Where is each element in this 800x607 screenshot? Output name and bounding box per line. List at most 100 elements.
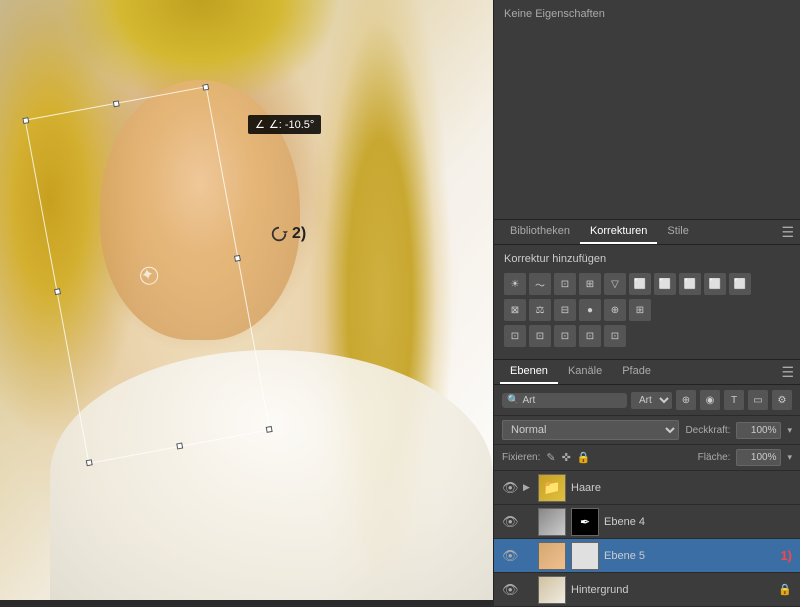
handle-mid-top[interactable] [112, 100, 119, 107]
handle-top-right[interactable] [202, 84, 209, 91]
layer-visibility-haare[interactable]: 👁 [502, 480, 518, 496]
layer-mask-btn[interactable]: ◉ [700, 390, 720, 410]
corr-vibrance[interactable]: ⬜ [654, 273, 676, 295]
layer-visibility-ebene5[interactable]: 👁 [502, 548, 518, 564]
corr-curves[interactable]: ～ [529, 273, 551, 295]
canvas-area: ✦ ∠ ∠: -10.5° 2) [0, 0, 493, 600]
blend-mode-row: Normal Deckkraft: 100% ▾ [494, 416, 800, 445]
corr-photo[interactable]: ⬜ [679, 273, 701, 295]
fix-lock-all[interactable]: 🔒 [577, 451, 591, 464]
layer-shape-btn[interactable]: ▭ [748, 390, 768, 410]
corrections-icons-row2: ⊠ ⚖ ⊟ ● ⊕ ⊞ [504, 299, 790, 321]
layer-text-btn[interactable]: T [724, 390, 744, 410]
layer-name-hintergrund: Hintergrund [571, 584, 773, 596]
layer-mask-ebene4: ✒ [571, 508, 599, 536]
layer-thumbnail-haare: 📁 [538, 474, 566, 502]
corrections-menu-btn[interactable]: ☰ [781, 224, 794, 241]
handle-mid-left[interactable] [54, 288, 61, 295]
corrections-tabs: Bibliotheken Korrekturen Stile ☰ [494, 220, 800, 245]
layer-name-ebene5: Ebene 5 [604, 550, 771, 562]
layer-item-ebene4[interactable]: 👁 ✒ Ebene 4 [494, 505, 800, 539]
right-panel: Keine Eigenschaften Bibliotheken Korrekt… [493, 0, 800, 600]
angle-icon: ∠ [255, 118, 265, 131]
layer-thumbnail-ebene5 [538, 542, 566, 570]
fix-row: Fixieren: ✎ ✜ 🔒 Fläche: 100% ▾ [494, 445, 800, 471]
layer-search-box[interactable]: 🔍 [502, 393, 627, 408]
handle-bottom-right[interactable] [266, 426, 273, 433]
corr-invert[interactable]: ⬜ [729, 273, 751, 295]
handle-mid-bottom[interactable] [176, 443, 183, 450]
fix-label: Fixieren: [502, 452, 540, 463]
transform-center-cross: ✦ [139, 264, 156, 286]
angle-value: ∠: -10.5° [269, 118, 314, 131]
fill-value[interactable]: 100% [736, 449, 781, 466]
properties-panel: Keine Eigenschaften [494, 0, 800, 220]
opacity-value[interactable]: 100% [736, 422, 781, 439]
corr-selective[interactable]: ⊟ [554, 299, 576, 321]
corr-extra5[interactable]: ⊡ [604, 325, 626, 347]
corr-hue[interactable]: ⬜ [629, 273, 651, 295]
layer-thumbnail-hintergrund [538, 576, 566, 604]
fill-label: Fläche: [698, 452, 731, 463]
layer-type-select[interactable]: Art [631, 392, 672, 409]
opacity-arrow[interactable]: ▾ [787, 425, 792, 436]
layer-annotation-ebene5: 1) [780, 548, 792, 563]
corr-extra4[interactable]: ⊡ [579, 325, 601, 347]
tab-ebenen[interactable]: Ebenen [500, 360, 558, 384]
tab-stile[interactable]: Stile [657, 220, 698, 244]
corr-extra2[interactable]: ⊡ [529, 325, 551, 347]
corrections-icons-row3: ⊡ ⊡ ⊡ ⊡ ⊡ [504, 325, 790, 347]
fill-arrow[interactable]: ▾ [787, 452, 792, 463]
tab-bibliotheken[interactable]: Bibliotheken [500, 220, 580, 244]
corrections-panel: Korrektur hinzufügen ☀ ～ ⊡ ⊞ ▽ ⬜ ⬜ ⬜ ⬜ ⬜… [494, 245, 800, 359]
layer-thumbnail-ebene4 [538, 508, 566, 536]
corr-channel[interactable]: ⬜ [704, 273, 726, 295]
handle-top-left[interactable] [22, 117, 29, 124]
corr-threshold[interactable]: ⚖ [529, 299, 551, 321]
layer-new-btn[interactable]: ⊕ [676, 390, 696, 410]
opacity-label: Deckkraft: [685, 425, 730, 436]
blend-mode-select[interactable]: Normal [502, 420, 679, 440]
corr-pattern[interactable]: ⊞ [629, 299, 651, 321]
corrections-add-label: Korrektur hinzufügen [504, 253, 790, 265]
layers-menu-btn[interactable]: ☰ [781, 364, 794, 381]
corr-solidcolor[interactable]: ⊕ [604, 299, 626, 321]
step-annotation: 2) [270, 225, 306, 243]
layer-visibility-ebene4[interactable]: 👁 [502, 514, 518, 530]
tab-kanaele[interactable]: Kanäle [558, 360, 612, 384]
layer-settings-btn[interactable]: ⚙ [772, 390, 792, 410]
layers-panel: Ebenen Kanäle Pfade ☰ 🔍 Art ⊕ ◉ T ▭ ⚙ [494, 359, 800, 607]
fix-lock-position[interactable]: ✜ [562, 451, 571, 464]
corr-extra1[interactable]: ⊡ [504, 325, 526, 347]
layer-mask-ebene5 [571, 542, 599, 570]
layer-item-ebene5[interactable]: 👁 Ebene 5 1) [494, 539, 800, 573]
corr-brightness[interactable]: ☀ [504, 273, 526, 295]
angle-tooltip: ∠ ∠: -10.5° [248, 115, 321, 134]
search-icon: 🔍 [507, 395, 519, 406]
corr-bw[interactable]: ● [579, 299, 601, 321]
corr-extra3[interactable]: ⊡ [554, 325, 576, 347]
tab-korrekturen[interactable]: Korrekturen [580, 220, 657, 244]
corr-colorbalance[interactable]: ⊞ [579, 273, 601, 295]
handle-mid-right[interactable] [234, 255, 241, 262]
corrections-icons-row1: ☀ ～ ⊡ ⊞ ▽ ⬜ ⬜ ⬜ ⬜ ⬜ [504, 273, 790, 295]
layer-name-ebene4: Ebene 4 [604, 516, 792, 528]
layer-visibility-hintergrund[interactable]: 👁 [502, 582, 518, 598]
fix-lock-pixels[interactable]: ✎ [546, 451, 555, 464]
layer-item-haare[interactable]: 👁 ▶ 📁 Haare [494, 471, 800, 505]
layer-expand-haare[interactable]: ▶ [523, 482, 533, 493]
corr-levels[interactable]: ⊡ [554, 273, 576, 295]
rotate-icon [270, 225, 288, 243]
step-label: 2) [292, 225, 306, 243]
layer-search-input[interactable] [522, 395, 582, 406]
properties-title: Keine Eigenschaften [504, 8, 790, 20]
layer-item-hintergrund[interactable]: 👁 Hintergrund 🔒 [494, 573, 800, 607]
handle-bottom-left[interactable] [86, 459, 93, 466]
layer-controls: 🔍 Art ⊕ ◉ T ▭ ⚙ [494, 385, 800, 416]
corr-posterize[interactable]: ⊠ [504, 299, 526, 321]
layer-lock-hintergrund: 🔒 [778, 583, 792, 596]
layers-list: 👁 ▶ 📁 Haare 👁 ✒ Ebene 4 👁 [494, 471, 800, 607]
corr-gradient[interactable]: ▽ [604, 273, 626, 295]
layers-tabs: Ebenen Kanäle Pfade ☰ [494, 359, 800, 385]
tab-pfade[interactable]: Pfade [612, 360, 661, 384]
